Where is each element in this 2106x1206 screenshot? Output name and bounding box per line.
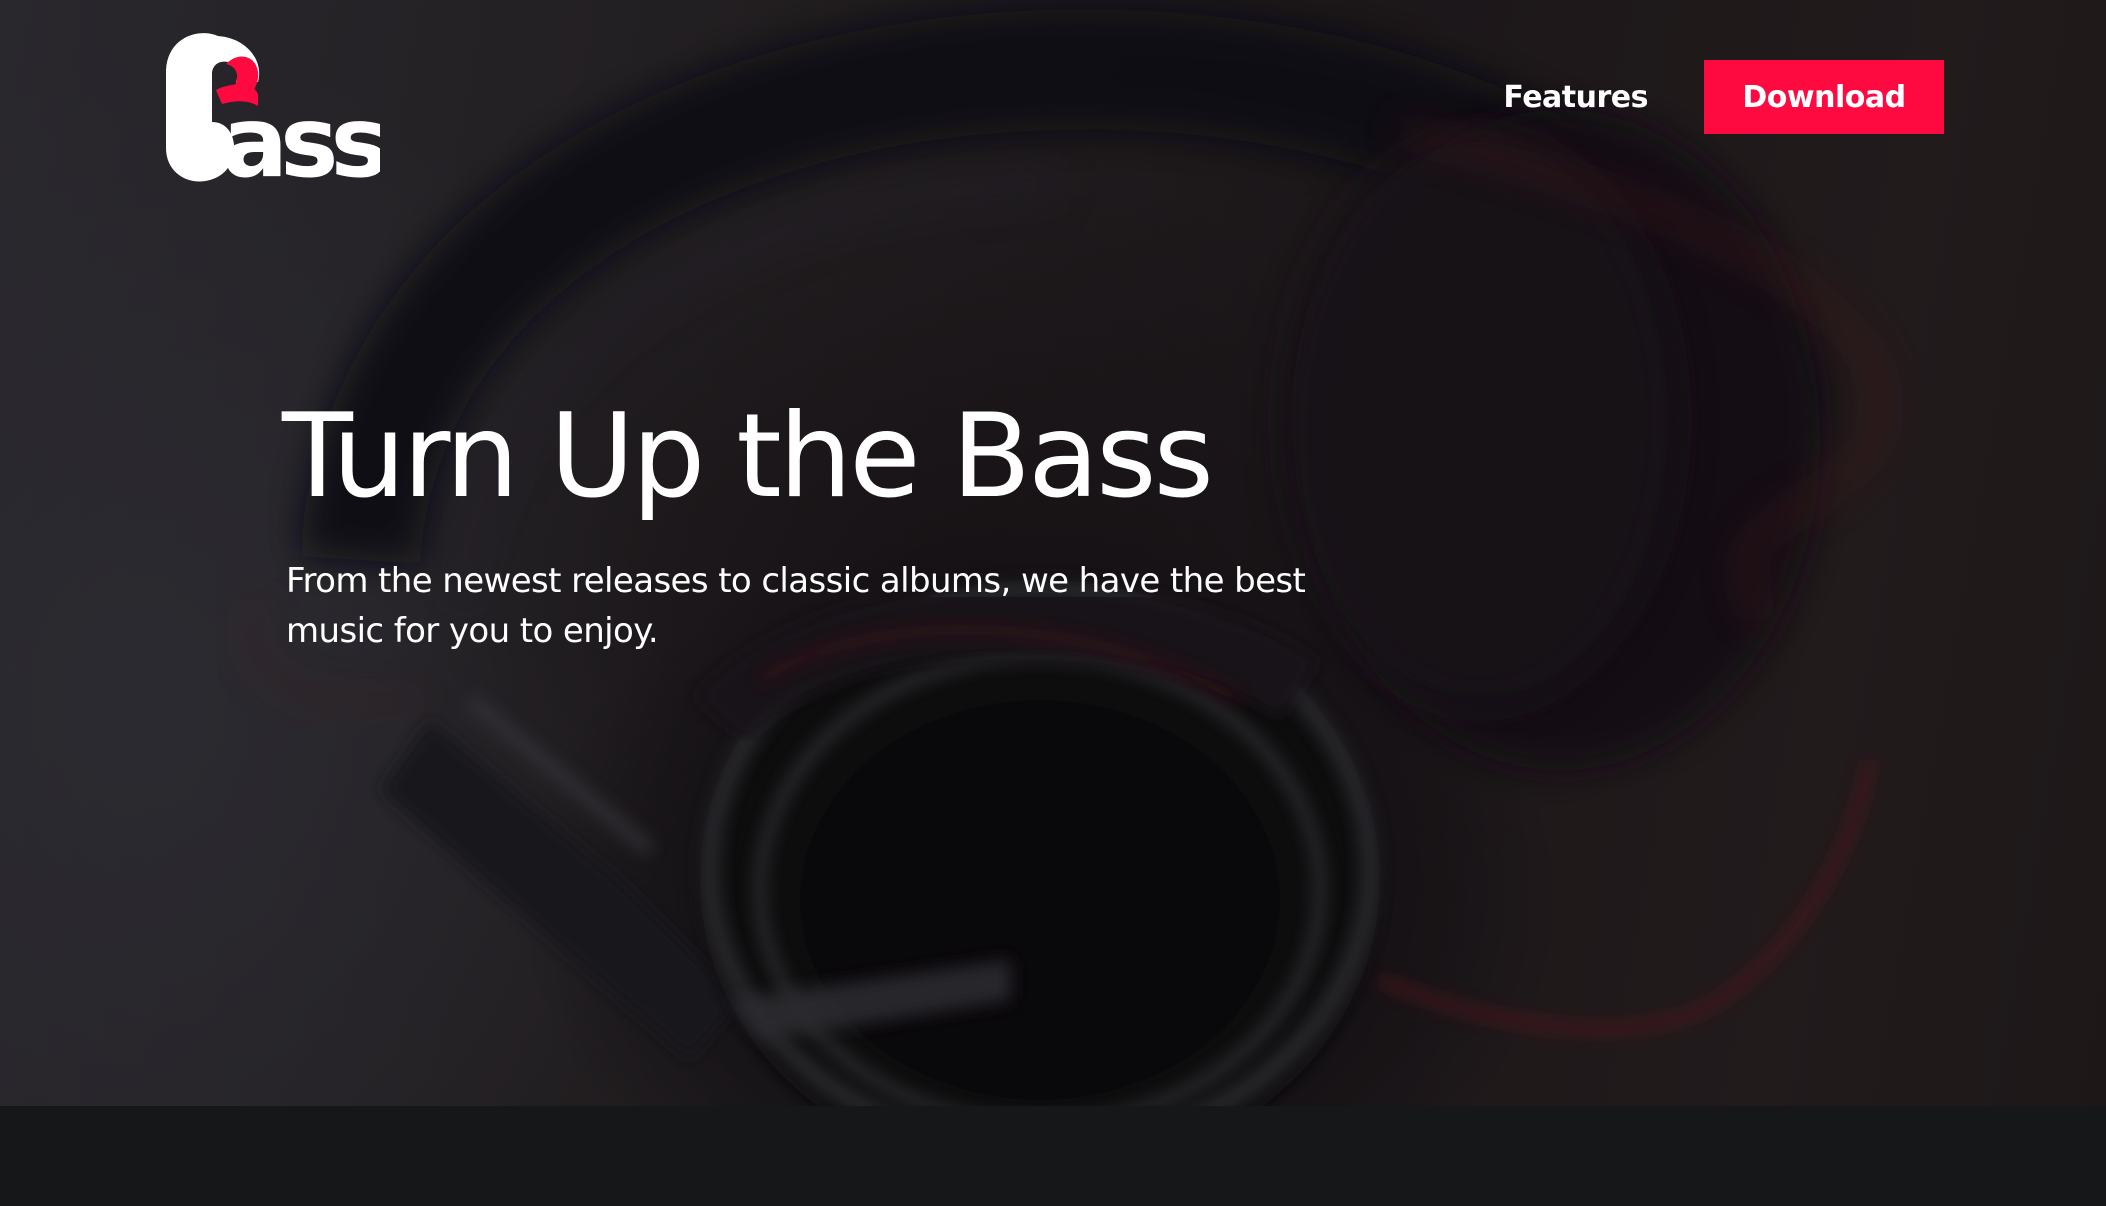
hero-section: ass Features Download Turn Up the Bass F… xyxy=(0,0,2106,1106)
landing-page: ass Features Download Turn Up the Bass F… xyxy=(0,0,2106,1206)
download-button[interactable]: Download xyxy=(1704,60,1944,134)
hero-subtitle: From the newest releases to classic albu… xyxy=(286,561,1306,651)
top-nav: Features Download xyxy=(1503,60,1944,134)
nav-features-link[interactable]: Features xyxy=(1503,80,1648,115)
bass-logo[interactable]: ass xyxy=(162,30,380,184)
logo-wordmark: ass xyxy=(222,86,380,184)
next-section-band xyxy=(0,1106,2106,1206)
hero-title: Turn Up the Bass xyxy=(282,389,1214,524)
